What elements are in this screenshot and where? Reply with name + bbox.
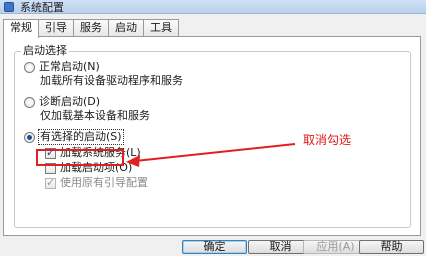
annotation-text: 取消勾选 xyxy=(303,133,352,147)
help-button[interactable]: 帮助 xyxy=(359,240,424,254)
annotation-arrow-line xyxy=(134,143,296,162)
annotation-arrow xyxy=(126,143,296,167)
ok-button[interactable]: 确定 xyxy=(182,240,247,254)
tab-general[interactable]: 常规 xyxy=(3,19,39,38)
annotation-arrow-head xyxy=(126,155,140,167)
dialog-button-bar: 确定 取消 应用(A) 帮助 xyxy=(0,240,426,254)
